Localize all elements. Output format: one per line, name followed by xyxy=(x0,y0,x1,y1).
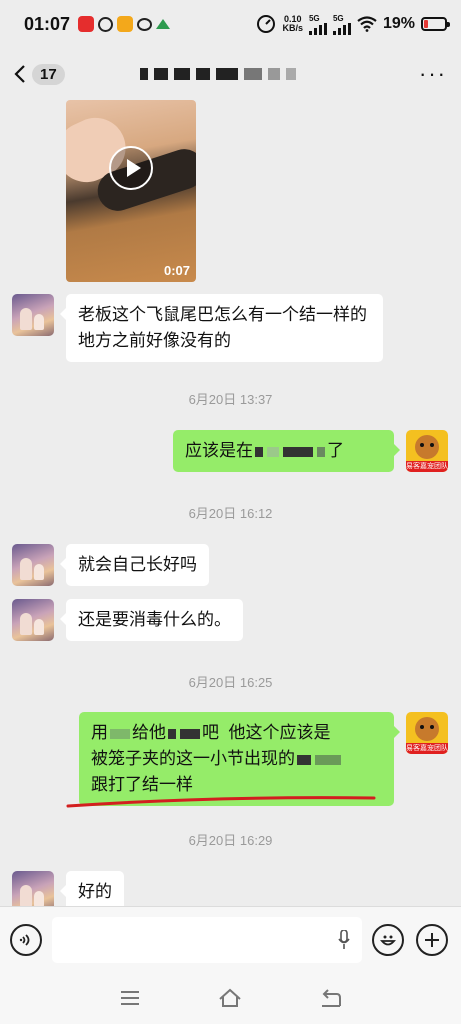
signal-2-label: 5G xyxy=(332,13,344,23)
message-text: 给他 xyxy=(132,723,166,742)
home-icon[interactable] xyxy=(215,983,245,1013)
link-app-icon xyxy=(98,16,114,32)
voice-icon[interactable] xyxy=(10,923,42,956)
message-list[interactable]: 0:07 老板这个飞鼠尾巴怎么有一个结一样的地方之前好像没有的 6月20日 13… xyxy=(0,100,461,906)
wifi-icon xyxy=(357,16,377,32)
red-app-icon xyxy=(78,16,95,32)
status-bar: 01:07 0.10 KB/s 5G 5G 19% xyxy=(0,0,461,48)
more-dots-icon[interactable]: ··· xyxy=(419,61,447,87)
redacted-text xyxy=(255,446,263,457)
redacted-text xyxy=(297,754,311,765)
timestamp: 6月20日 16:25 xyxy=(188,675,273,690)
green-app-icon xyxy=(156,19,171,29)
timestamp: 6月20日 16:29 xyxy=(188,833,273,848)
message-text: 老板这个飞鼠尾巴怎么有一个结一样的地方之前好像没有的 xyxy=(78,305,367,350)
avatar-face xyxy=(415,717,439,741)
redacted-text xyxy=(317,446,325,457)
signal-bars-icon xyxy=(308,22,327,35)
avatar[interactable] xyxy=(12,871,54,906)
signal-1: 5G xyxy=(308,13,327,35)
video-message[interactable]: 0:07 xyxy=(66,100,196,282)
battery-percent: 19% xyxy=(382,15,415,32)
message-text: 应该是在 xyxy=(185,441,253,460)
avatar[interactable] xyxy=(12,294,54,336)
net-speed: 0.10 KB/s xyxy=(282,15,303,33)
net-speed-unit: KB/s xyxy=(282,23,303,33)
message-text: 了 xyxy=(327,441,344,460)
emoji-icon[interactable] xyxy=(372,923,404,956)
redacted-text xyxy=(180,728,200,739)
input-bar xyxy=(0,906,461,972)
message-text: 用 xyxy=(91,723,108,742)
play-icon[interactable] xyxy=(109,146,153,190)
avatar-banner: 易客嘉宠团队 xyxy=(406,461,448,472)
status-app-icons xyxy=(78,16,171,32)
message-text: 被笼子夹的这一小节出现的 xyxy=(91,749,295,768)
wechat-icon xyxy=(137,17,153,31)
signal-1-label: 5G xyxy=(308,13,320,23)
unread-count-badge: 17 xyxy=(32,63,65,85)
redacted-text xyxy=(283,446,313,457)
avatar-face xyxy=(415,435,439,459)
video-duration: 0:07 xyxy=(163,263,190,278)
message-bubble-incoming[interactable]: 老板这个飞鼠尾巴怎么有一个结一样的地方之前好像没有的 xyxy=(60,294,383,362)
microphone-icon[interactable] xyxy=(338,929,350,950)
message-text: 还是要消毒什么的。 xyxy=(78,610,231,629)
status-right: 0.10 KB/s 5G 5G 19% xyxy=(256,13,450,35)
avatar[interactable]: 易客嘉宠团队 xyxy=(406,430,448,472)
speed-meter-icon xyxy=(257,15,276,33)
redacted-text xyxy=(110,728,130,739)
avatar[interactable]: 易客嘉宠团队 xyxy=(406,712,448,754)
chat-title-redacted xyxy=(140,64,320,84)
avatar[interactable] xyxy=(12,544,54,586)
message-bubble-outgoing[interactable]: 应该是在 了 xyxy=(173,430,400,472)
menu-icon[interactable] xyxy=(115,983,145,1013)
back-button[interactable]: 17 xyxy=(14,63,65,85)
system-nav-bar xyxy=(0,972,461,1024)
yellow-app-icon xyxy=(117,16,134,32)
message-input[interactable] xyxy=(52,916,362,963)
message-text: 好的 xyxy=(78,882,112,901)
message-bubble-incoming[interactable]: 就会自己长好吗 xyxy=(60,544,209,586)
plus-icon[interactable] xyxy=(416,923,448,956)
message-bubble-incoming[interactable]: 还是要消毒什么的。 xyxy=(60,599,243,641)
red-annotation-underline xyxy=(66,796,376,808)
signal-2: 5G xyxy=(332,13,351,35)
avatar[interactable] xyxy=(12,599,54,641)
battery-icon xyxy=(421,17,450,31)
signal-bars-icon xyxy=(332,22,351,35)
message-text: 吧 xyxy=(202,723,219,742)
redacted-text xyxy=(168,728,176,739)
message-text: 他这个应该是 xyxy=(228,723,331,742)
chevron-left-icon xyxy=(14,65,25,83)
timestamp: 6月20日 16:12 xyxy=(188,506,273,521)
message-text: 就会自己长好吗 xyxy=(78,555,197,574)
chat-header: 17 ··· xyxy=(0,48,461,100)
redacted-text xyxy=(315,754,341,765)
redacted-text xyxy=(267,446,279,457)
message-bubble-incoming[interactable]: 好的 xyxy=(60,871,124,906)
battery-fill xyxy=(424,20,428,28)
timestamp: 6月20日 13:37 xyxy=(188,392,273,407)
status-time: 01:07 xyxy=(24,13,71,34)
back-icon[interactable] xyxy=(316,983,346,1013)
avatar-banner: 易客嘉宠团队 xyxy=(406,743,448,754)
